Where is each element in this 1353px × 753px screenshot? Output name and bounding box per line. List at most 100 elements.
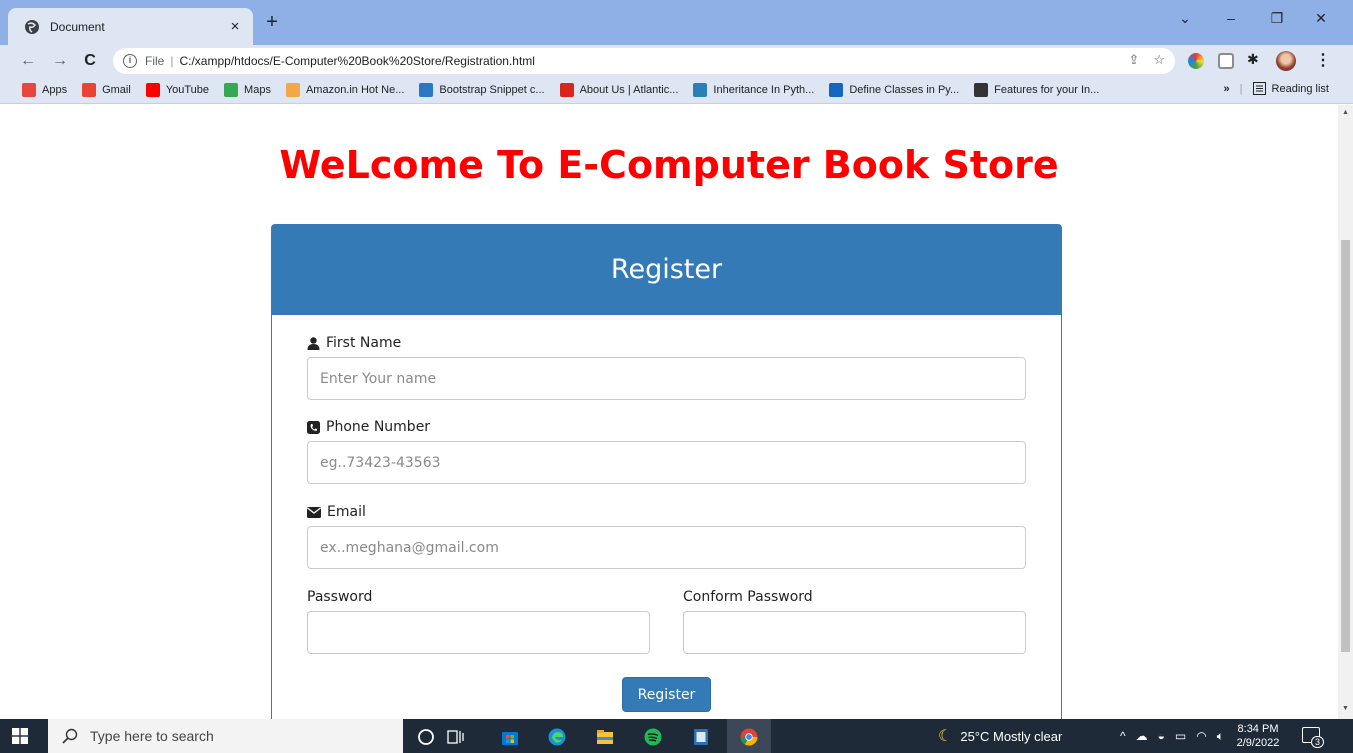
bookmark-label: Bootstrap Snippet c...	[439, 84, 545, 96]
password-label: Password	[307, 589, 372, 605]
taskbar-search[interactable]: Type here to search	[48, 719, 403, 753]
envelope-icon	[307, 506, 321, 518]
first-name-label: First Name	[307, 335, 401, 351]
youtube-icon	[145, 83, 160, 97]
network-icon[interactable]: ◒	[1158, 729, 1165, 743]
register-button[interactable]: Register	[622, 677, 711, 712]
windows-start-icon[interactable]	[12, 728, 28, 744]
share-icon[interactable]: ⇪	[1128, 52, 1139, 68]
search-icon	[62, 728, 78, 744]
password-label-text: Password	[307, 589, 373, 605]
omnibox-actions: ⇪ ☆	[1128, 52, 1165, 68]
wifi-icon[interactable]: ◠	[1196, 729, 1206, 743]
system-tray: ^ ☁ ◒ ▭ ◠ 🔈︎	[1120, 719, 1224, 753]
tab-title: Document	[50, 19, 105, 34]
store-icon[interactable]	[500, 727, 520, 747]
restore-icon[interactable]: ❐	[1268, 10, 1286, 27]
apps-grid-icon	[22, 83, 36, 97]
bookmark-label: Define Classes in Py...	[849, 84, 960, 96]
scroll-up-icon[interactable]: ▲	[1342, 109, 1349, 116]
bookmark-item[interactable]: Maps	[224, 83, 271, 97]
globe-icon	[25, 19, 39, 34]
notification-center-icon[interactable]: 3	[1302, 727, 1324, 748]
tab-close-icon[interactable]: ×	[227, 18, 243, 35]
first-name-label-text: First Name	[326, 335, 402, 351]
weather-tray[interactable]: ☾ 25°C Mostly clear	[938, 719, 1062, 753]
back-icon[interactable]: ←	[18, 51, 38, 71]
page-scrollbar[interactable]: ▲ ▼	[1338, 105, 1353, 719]
notepad-app-icon[interactable]	[691, 727, 711, 747]
minimize-icon[interactable]: –	[1222, 10, 1240, 26]
new-tab-button[interactable]: +	[262, 12, 282, 32]
spotify-icon[interactable]	[643, 727, 663, 747]
bookmark-item[interactable]: Gmail	[82, 83, 131, 97]
bookmark-star-icon[interactable]: ☆	[1153, 52, 1165, 68]
taskbar: Type here to search ☾ 25°C Mostly clear …	[0, 719, 1353, 753]
user-icon	[307, 336, 320, 350]
page-title: WeLcome To E-Computer Book Store	[279, 143, 1059, 187]
file-explorer-icon[interactable]	[595, 727, 615, 747]
url-text: C:/xampp/htdocs/E-Computer%20Book%20Stor…	[179, 54, 535, 68]
extensions-puzzle-icon[interactable]: ✱	[1247, 51, 1263, 67]
reload-icon[interactable]: C	[80, 51, 100, 71]
cortana-icon[interactable]	[416, 727, 436, 747]
page-viewport: WeLcome To E-Computer Book Store Registe…	[0, 105, 1338, 719]
register-panel: Register First Name Phone Number	[271, 224, 1062, 719]
edge-icon[interactable]	[547, 727, 567, 747]
bookmark-label: Gmail	[102, 84, 131, 96]
menu-kebab-icon[interactable]: ⋮	[1313, 51, 1333, 71]
gmail-icon	[82, 83, 97, 97]
tab-strip: Document × + ⌄ – ❐ ✕	[0, 0, 1353, 45]
url-separator: |	[170, 54, 174, 68]
bootstrap-icon	[419, 83, 434, 97]
bookmark-item[interactable]: Inheritance In Pyth...	[693, 83, 814, 97]
panel-heading: Register	[272, 225, 1061, 315]
volume-icon[interactable]: 🔈︎	[1217, 729, 1224, 744]
profile-avatar[interactable]	[1276, 51, 1296, 71]
phone-label-text: Phone Number	[326, 419, 431, 435]
clock-date: 2/9/2022	[1236, 737, 1280, 749]
reading-list-icon	[1252, 82, 1266, 95]
t-icon	[829, 83, 844, 97]
phone-input[interactable]	[307, 441, 1026, 484]
bookmark-item[interactable]: About Us | Atlantic...	[559, 83, 678, 97]
tab-search-chevron-icon[interactable]: ⌄	[1176, 10, 1194, 27]
bookmark-item[interactable]: YouTube	[145, 83, 210, 97]
browser-toolbar: ← → C i File | C:/xampp/htdocs/E-Compute…	[0, 45, 1353, 77]
task-view-icon[interactable]	[446, 727, 466, 747]
bookmark-item[interactable]: Define Classes in Py...	[829, 83, 959, 97]
taskbar-clock[interactable]: 8:34 PM 2/9/2022	[1230, 722, 1286, 750]
phone-square-icon	[307, 420, 320, 434]
close-window-icon[interactable]: ✕	[1312, 10, 1330, 27]
chrome-icon[interactable]	[739, 727, 759, 747]
info-icon[interactable]: i	[123, 54, 137, 68]
bookmarks-overflow-icon[interactable]: »	[1224, 83, 1230, 95]
bookmarks-bar: Apps Gmail YouTube Maps Amazon.in Hot Ne... B…	[0, 77, 1353, 104]
onedrive-icon[interactable]: ☁	[1136, 729, 1148, 743]
browser-tab[interactable]: Document ×	[8, 8, 253, 45]
bookmark-item[interactable]: Bootstrap Snippet c...	[419, 83, 545, 97]
email-input[interactable]	[307, 526, 1026, 569]
color-extension-icon[interactable]	[1188, 53, 1204, 69]
battery-icon[interactable]: ▭	[1175, 729, 1186, 743]
forward-icon[interactable]: →	[50, 51, 70, 71]
reading-list-link[interactable]: Reading list	[1272, 83, 1329, 95]
bookmark-label: YouTube	[165, 84, 210, 96]
bookmark-item[interactable]: Apps	[22, 83, 67, 97]
password-input[interactable]	[307, 611, 650, 654]
scrollbar-thumb[interactable]	[1341, 240, 1350, 652]
bookmark-label: Maps	[244, 84, 271, 96]
notification-count-badge: 3	[1310, 736, 1324, 748]
bookmark-item[interactable]: Features for your In...	[974, 83, 1099, 97]
address-bar[interactable]: i File | C:/xampp/htdocs/E-Computer%20Bo…	[113, 48, 1175, 74]
first-name-input[interactable]	[307, 357, 1026, 400]
scroll-down-icon[interactable]: ▼	[1342, 705, 1349, 712]
confirm-password-label: Conform Password	[683, 589, 813, 605]
amazon-icon	[285, 83, 300, 97]
email-label-text: Email	[327, 504, 366, 520]
camera-extension-icon[interactable]	[1218, 53, 1234, 69]
confirm-password-input[interactable]	[683, 611, 1026, 654]
bookmark-item[interactable]: Amazon.in Hot Ne...	[285, 83, 404, 97]
atlantic-icon	[559, 83, 574, 97]
tray-chevron-icon[interactable]: ^	[1120, 729, 1126, 743]
